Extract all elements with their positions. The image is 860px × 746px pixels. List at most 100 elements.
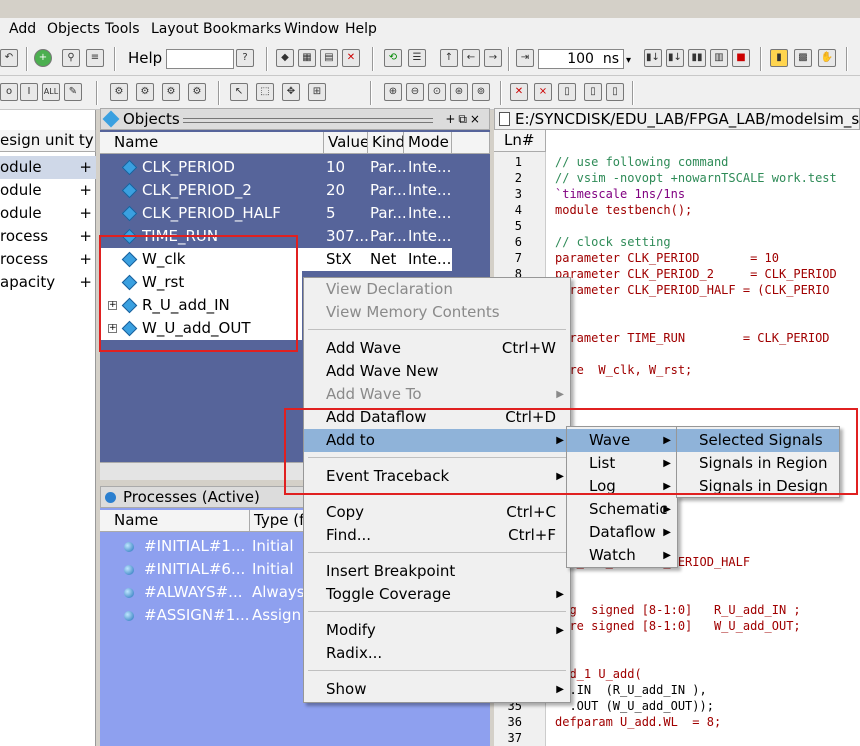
- submenu-item-dataflow[interactable]: Dataflow ▶: [567, 521, 677, 544]
- pen-icon[interactable]: ✎: [64, 83, 82, 101]
- document-icon[interactable]: ▯: [558, 83, 576, 101]
- simulate-icon[interactable]: ▤: [320, 49, 338, 67]
- table-row[interactable]: CLK_PERIOD 10 Par... Inte...: [100, 156, 452, 179]
- run-all-icon[interactable]: ▮▮: [688, 49, 706, 67]
- zoom-in-icon[interactable]: ⊕: [384, 83, 402, 101]
- table-row[interactable]: CLK_PERIOD_HALF 5 Par... Inte...: [100, 202, 452, 225]
- list-item[interactable]: rocess +: [0, 248, 96, 271]
- menu-item-radix[interactable]: Radix...: [304, 642, 570, 665]
- object-value: StX: [326, 250, 352, 268]
- all-icon[interactable]: ALL: [42, 83, 60, 101]
- menu-item-find[interactable]: Find... Ctrl+F: [304, 524, 570, 547]
- zoom-out-icon[interactable]: ⊖: [406, 83, 424, 101]
- list-item[interactable]: odule +: [0, 156, 96, 179]
- cursor-delete-icon[interactable]: ✕: [510, 83, 528, 101]
- continue-icon[interactable]: ▮↓: [666, 49, 684, 67]
- menu-item-toggle-coverage[interactable]: Toggle Coverage ▶: [304, 583, 570, 606]
- kind-column-header[interactable]: Kind: [368, 132, 404, 154]
- zoom-box-icon[interactable]: ⬚: [256, 83, 274, 101]
- menu-add[interactable]: Add: [9, 21, 36, 37]
- menu-item-add-wave-to[interactable]: Add Wave To ▶: [304, 383, 570, 406]
- undo-icon[interactable]: ↶: [0, 49, 18, 67]
- run-icon[interactable]: ▮↓: [644, 49, 662, 67]
- value-column-header[interactable]: Value: [324, 132, 368, 154]
- process-name-column-header[interactable]: Name: [100, 510, 250, 532]
- menu-objects[interactable]: Objects: [47, 21, 100, 37]
- step-list-icon[interactable]: ☰: [408, 49, 426, 67]
- step-into-icon[interactable]: I: [20, 83, 38, 101]
- help-search-input[interactable]: [166, 49, 234, 69]
- menu-item-insert-breakpoint[interactable]: Insert Breakpoint: [304, 560, 570, 583]
- zoom-region-icon[interactable]: ⊚: [472, 83, 490, 101]
- menu-item-show[interactable]: Show ▶: [304, 678, 570, 701]
- cursor-add-icon[interactable]: ⨯: [534, 83, 552, 101]
- performance-icon[interactable]: ▮: [770, 49, 788, 67]
- menu-label: Copy: [326, 503, 365, 521]
- design-unit-column-header[interactable]: esign unit ty: [0, 130, 96, 152]
- arrow-up-icon[interactable]: ↑: [440, 49, 458, 67]
- menu-item-add-wave-new[interactable]: Add Wave New: [304, 360, 570, 383]
- stop-icon[interactable]: ■: [732, 49, 750, 67]
- run-time-value: 100: [567, 51, 594, 67]
- menu-item-view-memory-contents[interactable]: View Memory Contents: [304, 301, 570, 324]
- list-item[interactable]: apacity +: [0, 271, 96, 294]
- compile-icon[interactable]: ◆: [276, 49, 294, 67]
- parameter-icon: [121, 182, 138, 199]
- list-item[interactable]: odule +: [0, 202, 96, 225]
- help-search-icon[interactable]: ?: [236, 49, 254, 67]
- menu-layout[interactable]: Layout: [151, 21, 199, 37]
- menu-tools[interactable]: Tools: [105, 21, 140, 37]
- break-icon[interactable]: ✕: [342, 49, 360, 67]
- object-kind: Par...: [370, 181, 406, 199]
- hand-icon[interactable]: ✋: [818, 49, 836, 67]
- menu-help[interactable]: Help: [345, 21, 377, 37]
- toolbar-separator: [508, 47, 510, 71]
- secondary-toolbar: o I ALL ✎ ⚙ ⚙ ⚙ ⚙ ↖ ⬚ ✥ ⊞ ⊕ ⊖ ⊙ ⊛ ⊚ ✕ ⨯ …: [0, 76, 860, 110]
- table-row[interactable]: CLK_PERIOD_2 20 Par... Inte...: [100, 179, 452, 202]
- menu-label: Insert Breakpoint: [326, 562, 456, 580]
- gear-step-over-icon[interactable]: ⚙: [136, 83, 154, 101]
- toolbar-separator: [372, 47, 374, 71]
- memory-icon[interactable]: ▩: [794, 49, 812, 67]
- submenu-item-watch[interactable]: Watch ▶: [567, 544, 677, 567]
- menu-item-copy[interactable]: Copy Ctrl+C: [304, 501, 570, 524]
- zoom-full-icon[interactable]: ⊙: [428, 83, 446, 101]
- arrow-right-icon[interactable]: →: [484, 49, 502, 67]
- page-icon[interactable]: ▯: [584, 83, 602, 101]
- run-time-input[interactable]: 100 ns: [538, 49, 624, 69]
- fit-icon[interactable]: ⊞: [308, 83, 326, 101]
- code-text: defparam U_add.WL = 8;: [555, 715, 722, 729]
- arrow-left-icon[interactable]: ←: [462, 49, 480, 67]
- unit-dropdown-icon[interactable]: ▾: [626, 55, 631, 66]
- toolbar-separator: [500, 81, 502, 105]
- code-text: parameter TIME_RUN = CLK_PERIOD: [555, 331, 830, 345]
- parameter-icon: [121, 159, 138, 176]
- gear-continue-icon[interactable]: ⚙: [188, 83, 206, 101]
- toolbar-separator: [26, 47, 28, 71]
- menu-bookmarks[interactable]: Bookmarks: [203, 21, 281, 37]
- page-split-icon[interactable]: ▯: [606, 83, 624, 101]
- submenu-item-schematic[interactable]: Schematic ▶: [567, 498, 677, 521]
- list-item[interactable]: odule +: [0, 179, 96, 202]
- name-column-header[interactable]: Name: [100, 132, 324, 154]
- binoculars-icon[interactable]: ⚲: [62, 49, 80, 67]
- gear-step-out-icon[interactable]: ⚙: [162, 83, 180, 101]
- run-length-icon[interactable]: ⇥: [516, 49, 534, 67]
- menu-item-add-wave[interactable]: Add Wave Ctrl+W: [304, 337, 570, 360]
- list-icon[interactable]: ≡: [86, 49, 104, 67]
- compile-all-icon[interactable]: ▦: [298, 49, 316, 67]
- gear-step-icon[interactable]: ⚙: [110, 83, 128, 101]
- list-item[interactable]: rocess +: [0, 225, 96, 248]
- menu-item-view-declaration[interactable]: View Declaration: [304, 278, 570, 301]
- select-pointer-icon[interactable]: ↖: [230, 83, 248, 101]
- mode-column-header[interactable]: Mode: [404, 132, 452, 154]
- zoom-cursor-icon[interactable]: ⊛: [450, 83, 468, 101]
- menu-item-modify[interactable]: Modify ▶: [304, 619, 570, 642]
- menu-window[interactable]: Window: [284, 21, 339, 37]
- panel-controls-icon[interactable]: +⧉×: [445, 109, 483, 129]
- move-icon[interactable]: ✥: [282, 83, 300, 101]
- restart-icon[interactable]: ⟲: [384, 49, 402, 67]
- break-run-icon[interactable]: ▥: [710, 49, 728, 67]
- add-circle-icon[interactable]: +: [34, 49, 52, 67]
- step-out-icon[interactable]: o: [0, 83, 18, 101]
